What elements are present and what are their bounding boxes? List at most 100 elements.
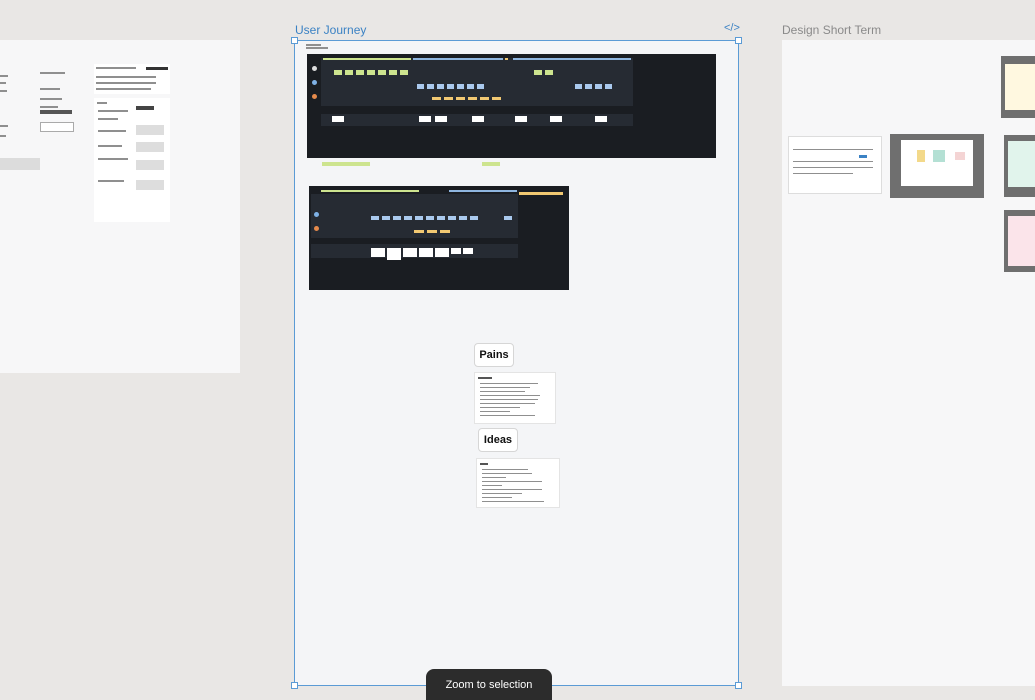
screen-thumb	[463, 248, 473, 254]
action-chip	[534, 70, 542, 75]
action-chip	[378, 70, 386, 75]
design-short-term-frame[interactable]	[782, 40, 1035, 686]
pains-note[interactable]	[474, 372, 556, 424]
left-frame-box	[136, 180, 164, 190]
note-line	[482, 497, 512, 498]
left-frame-dark-bar	[146, 67, 168, 70]
action-chip	[345, 70, 353, 75]
action-chip	[440, 230, 450, 233]
design-card-line	[793, 167, 873, 168]
action-chip	[448, 216, 456, 220]
action-chip	[426, 216, 434, 220]
frame-label-design-short-term[interactable]: Design Short Term	[782, 23, 881, 37]
preview-item	[955, 152, 965, 160]
screen-thumb	[332, 116, 344, 122]
stage-header	[519, 192, 563, 195]
user-journey-frame[interactable]: Pains Ideas	[294, 40, 739, 686]
resize-handle-bottom-right[interactable]	[735, 682, 742, 689]
action-chip	[504, 216, 512, 220]
screen-thumb	[419, 116, 431, 122]
screen-thumb	[387, 248, 401, 260]
frame-label-user-journey[interactable]: User Journey	[295, 23, 366, 37]
design-card	[788, 136, 882, 194]
screen-thumb	[515, 116, 527, 122]
note-line	[482, 501, 544, 502]
action-chip	[404, 216, 412, 220]
design-card	[1004, 210, 1035, 272]
left-frame-text	[98, 118, 118, 120]
action-chip	[492, 97, 501, 100]
resize-handle-bottom-left[interactable]	[291, 682, 298, 689]
design-card-accent	[859, 155, 867, 158]
left-frame-box	[136, 142, 164, 152]
action-chip	[477, 84, 484, 89]
note-line	[480, 395, 540, 396]
left-frame-bar	[40, 110, 72, 114]
action-chip	[467, 84, 474, 89]
note-line	[480, 383, 538, 384]
persona-avatar	[314, 226, 319, 231]
pains-sticky[interactable]: Pains	[474, 343, 514, 367]
action-chip	[605, 84, 612, 89]
design-card-preview	[901, 140, 973, 186]
action-chip	[575, 84, 582, 89]
left-frame-text	[98, 145, 122, 147]
action-chip	[427, 84, 434, 89]
design-card	[1004, 135, 1035, 197]
left-frame-box	[136, 125, 164, 135]
resize-handle-top-left[interactable]	[291, 37, 298, 44]
left-frame-box	[136, 160, 164, 170]
journey-board-2[interactable]	[309, 186, 569, 290]
zoom-to-selection-button[interactable]: Zoom to selection	[426, 669, 552, 700]
design-card	[890, 134, 984, 198]
left-frame-text	[0, 90, 7, 92]
left-frame-text	[0, 75, 8, 77]
action-chip	[389, 70, 397, 75]
design-card	[1001, 56, 1035, 118]
action-chip	[356, 70, 364, 75]
note-line	[480, 399, 538, 400]
ideas-sticky[interactable]: Ideas	[478, 428, 518, 452]
action-chip	[427, 230, 437, 233]
screen-thumb	[472, 116, 484, 122]
note-line	[482, 477, 506, 478]
note-line	[482, 481, 542, 482]
note-line	[480, 411, 510, 412]
note-line	[480, 407, 520, 408]
code-icon[interactable]: </>	[724, 22, 740, 34]
resize-handle-top-right[interactable]	[735, 37, 742, 44]
ideas-note[interactable]	[476, 458, 560, 508]
stage-header	[321, 190, 419, 192]
screen-thumb	[550, 116, 562, 122]
left-frame-box	[136, 106, 154, 110]
stage-header	[505, 58, 508, 60]
note-line	[480, 391, 525, 392]
action-chip	[595, 84, 602, 89]
persona-avatar	[312, 66, 317, 71]
note-line	[480, 415, 535, 416]
left-frame-text	[96, 88, 151, 90]
journey-board-1[interactable]	[307, 54, 716, 158]
left-frame-note	[0, 158, 40, 170]
left-frame-box	[40, 122, 74, 132]
action-chip	[393, 216, 401, 220]
left-frame-text	[0, 135, 6, 137]
note-line	[482, 469, 528, 470]
left-frame-text	[40, 88, 60, 90]
left-frame-text	[96, 67, 136, 69]
screen-thumb	[435, 248, 449, 257]
note-line	[482, 493, 522, 494]
left-frame-text	[0, 125, 8, 127]
left-frame-text	[98, 158, 128, 160]
persona-avatar	[312, 80, 317, 85]
left-frame-text	[97, 102, 107, 104]
left-frame-text	[98, 130, 126, 132]
stage-header	[323, 58, 411, 60]
action-chip	[447, 84, 454, 89]
action-chip	[437, 84, 444, 89]
left-frame-text	[40, 98, 62, 100]
left-frame[interactable]	[0, 40, 240, 373]
note-line	[480, 387, 530, 388]
action-chip	[459, 216, 467, 220]
screen-thumb	[435, 116, 447, 122]
